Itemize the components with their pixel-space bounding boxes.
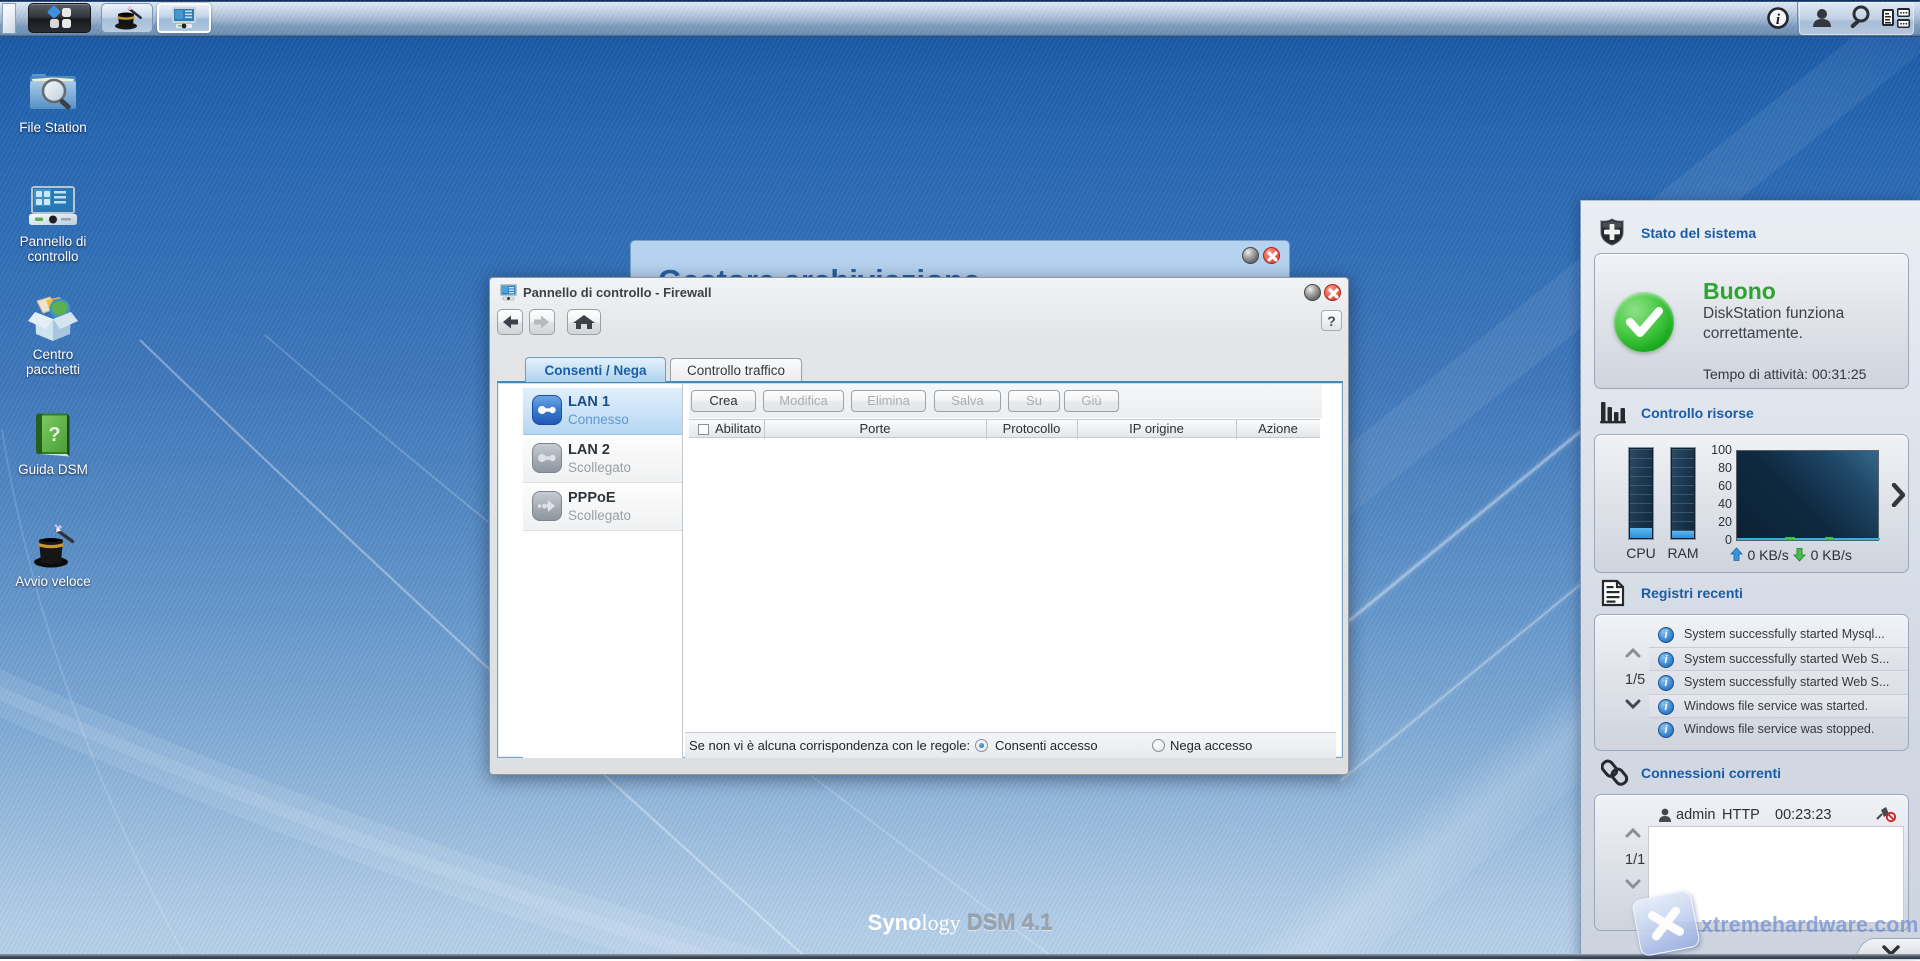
- svg-text:?: ?: [48, 424, 60, 446]
